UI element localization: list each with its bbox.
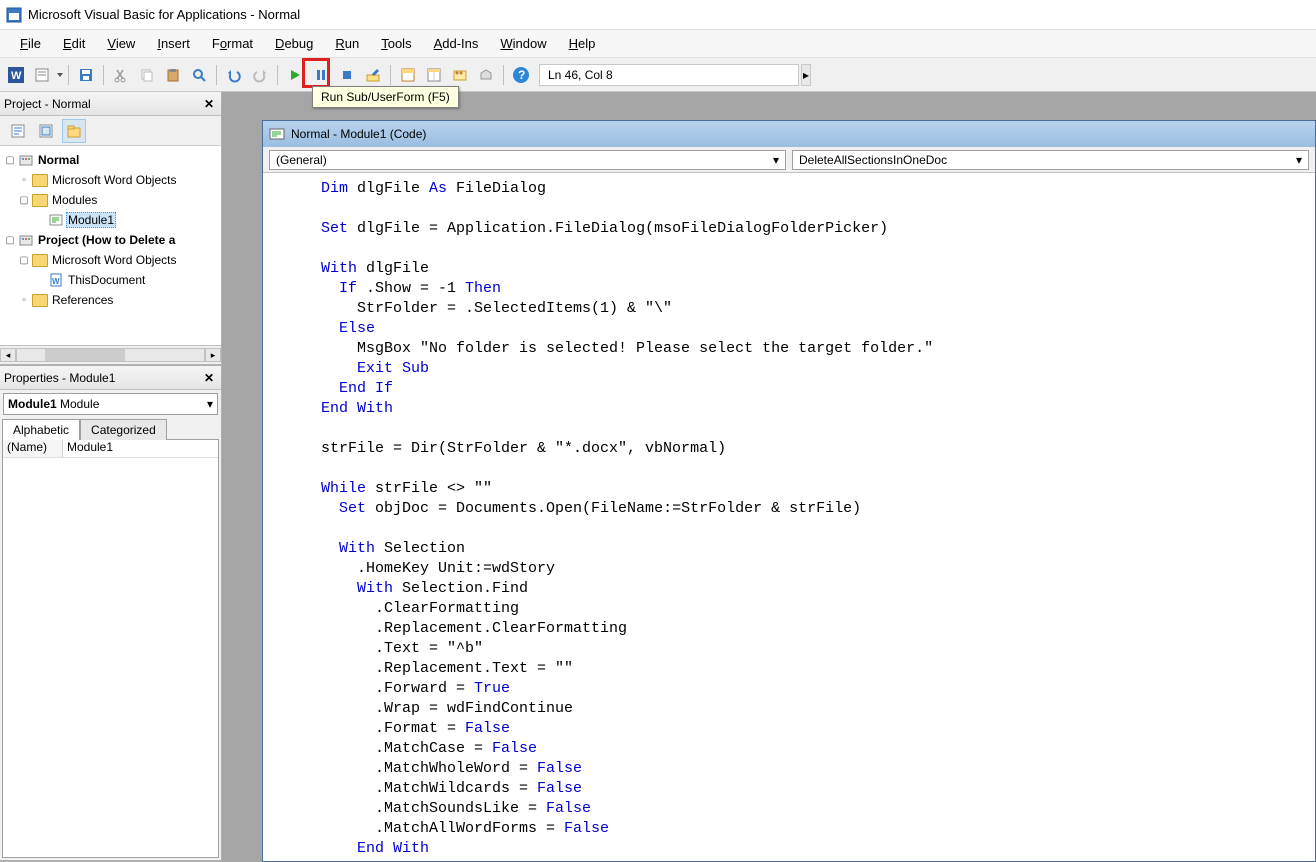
reset-icon[interactable]	[335, 63, 359, 87]
code-window-titlebar[interactable]: Normal - Module1 (Code)	[263, 121, 1315, 147]
project-panel: Project - Normal ✕ ▢ Normal ▫ Microsoft …	[0, 92, 221, 366]
menu-debug[interactable]: Debug	[265, 33, 323, 54]
menu-insert[interactable]: Insert	[147, 33, 200, 54]
property-name: (Name)	[3, 440, 63, 457]
project-explorer-icon[interactable]	[396, 63, 420, 87]
tree-node-references[interactable]: ▫ References	[0, 290, 221, 310]
properties-panel: Properties - Module1 ✕ Module1 Module ▾ …	[0, 366, 221, 862]
titlebar: Microsoft Visual Basic for Applications …	[0, 0, 1316, 30]
menu-addins[interactable]: Add-Ins	[424, 33, 489, 54]
properties-window-icon[interactable]	[422, 63, 446, 87]
menu-window[interactable]: Window	[490, 33, 556, 54]
toolbox-icon[interactable]	[474, 63, 498, 87]
app-icon	[6, 7, 22, 23]
design-mode-icon[interactable]	[361, 63, 385, 87]
toolbar-overflow-icon[interactable]: ▸	[801, 64, 811, 86]
svg-text:W: W	[52, 277, 60, 286]
folder-icon	[32, 292, 48, 308]
undo-icon[interactable]	[222, 63, 246, 87]
window-title: Microsoft Visual Basic for Applications …	[28, 7, 300, 22]
mdi-area: Normal - Module1 (Code) (General) ▾ Dele…	[222, 92, 1316, 862]
copy-icon[interactable]	[135, 63, 159, 87]
toolbar: W ? Ln 46, Col 8 ▸	[0, 58, 1316, 92]
toggle-folders-icon[interactable]	[62, 119, 86, 143]
code-editor[interactable]: Dim dlgFile As FileDialog Set dlgFile = …	[263, 173, 1315, 861]
code-window: Normal - Module1 (Code) (General) ▾ Dele…	[262, 120, 1316, 862]
menubar: File Edit View Insert Format Debug Run T…	[0, 30, 1316, 58]
word-view-icon[interactable]: W	[4, 63, 28, 87]
code-window-combos: (General) ▾ DeleteAllSectionsInOneDoc ▾	[263, 147, 1315, 173]
save-icon[interactable]	[74, 63, 98, 87]
find-icon[interactable]	[187, 63, 211, 87]
run-tooltip: Run Sub/UserForm (F5)	[312, 86, 459, 108]
svg-text:?: ?	[518, 68, 525, 82]
property-row[interactable]: (Name) Module1	[3, 440, 218, 458]
project-panel-title: Project - Normal	[4, 97, 91, 111]
tree-node-word-objects[interactable]: ▫ Microsoft Word Objects	[0, 170, 221, 190]
object-combo[interactable]: (General) ▾	[269, 150, 786, 170]
object-browser-icon[interactable]	[448, 63, 472, 87]
menu-tools[interactable]: Tools	[371, 33, 421, 54]
view-object-icon[interactable]	[34, 119, 58, 143]
chevron-down-icon: ▾	[773, 153, 779, 167]
document-icon: W	[48, 272, 64, 288]
project-view-icons	[0, 116, 221, 146]
property-value[interactable]: Module1	[63, 440, 218, 457]
view-code-icon[interactable]	[6, 119, 30, 143]
tree-node-module1[interactable]: Module1	[0, 210, 221, 230]
menu-edit[interactable]: Edit	[53, 33, 95, 54]
project-hscrollbar[interactable]: ◂▸	[0, 346, 221, 364]
properties-panel-header: Properties - Module1 ✕	[0, 366, 221, 390]
menu-help[interactable]: Help	[559, 33, 606, 54]
properties-grid[interactable]: (Name) Module1	[2, 439, 219, 858]
menu-run[interactable]: Run	[325, 33, 369, 54]
help-icon[interactable]: ?	[509, 63, 533, 87]
redo-icon[interactable]	[248, 63, 272, 87]
module-icon	[269, 126, 285, 142]
project-icon	[18, 152, 34, 168]
project-icon	[18, 232, 34, 248]
menu-view[interactable]: View	[97, 33, 145, 54]
folder-icon	[32, 252, 48, 268]
folder-icon	[32, 172, 48, 188]
project-panel-header: Project - Normal ✕	[0, 92, 221, 116]
cursor-position: Ln 46, Col 8	[539, 64, 799, 86]
insert-module-icon[interactable]	[30, 63, 54, 87]
tree-node-normal[interactable]: ▢ Normal	[0, 150, 221, 170]
menu-format[interactable]: Format	[202, 33, 263, 54]
close-icon[interactable]: ✕	[201, 370, 217, 386]
tree-node-project2[interactable]: ▢ Project (How to Delete a	[0, 230, 221, 250]
close-icon[interactable]: ✕	[201, 96, 217, 112]
tab-categorized[interactable]: Categorized	[80, 419, 167, 440]
module-icon	[48, 212, 64, 228]
properties-object-combo[interactable]: Module1 Module ▾	[3, 393, 218, 415]
code-window-title: Normal - Module1 (Code)	[291, 127, 426, 141]
run-icon[interactable]	[283, 63, 307, 87]
left-panel: Project - Normal ✕ ▢ Normal ▫ Microsoft …	[0, 92, 222, 862]
tab-alphabetic[interactable]: Alphabetic	[2, 419, 80, 440]
properties-tabs: Alphabetic Categorized	[2, 418, 221, 439]
tree-node-modules[interactable]: ▢ Modules	[0, 190, 221, 210]
chevron-down-icon: ▾	[207, 397, 213, 411]
folder-icon	[32, 192, 48, 208]
project-tree[interactable]: ▢ Normal ▫ Microsoft Word Objects ▢ Modu…	[0, 146, 221, 346]
tree-node-thisdocument[interactable]: W ThisDocument	[0, 270, 221, 290]
tree-node-word-objects-2[interactable]: ▢ Microsoft Word Objects	[0, 250, 221, 270]
break-icon[interactable]	[309, 63, 333, 87]
properties-panel-title: Properties - Module1	[4, 371, 115, 385]
paste-icon[interactable]	[161, 63, 185, 87]
chevron-down-icon: ▾	[1296, 153, 1302, 167]
dropdown-arrow-icon[interactable]	[57, 73, 63, 77]
procedure-combo[interactable]: DeleteAllSectionsInOneDoc ▾	[792, 150, 1309, 170]
cut-icon[interactable]	[109, 63, 133, 87]
svg-text:W: W	[11, 70, 22, 82]
menu-file[interactable]: File	[10, 33, 51, 54]
